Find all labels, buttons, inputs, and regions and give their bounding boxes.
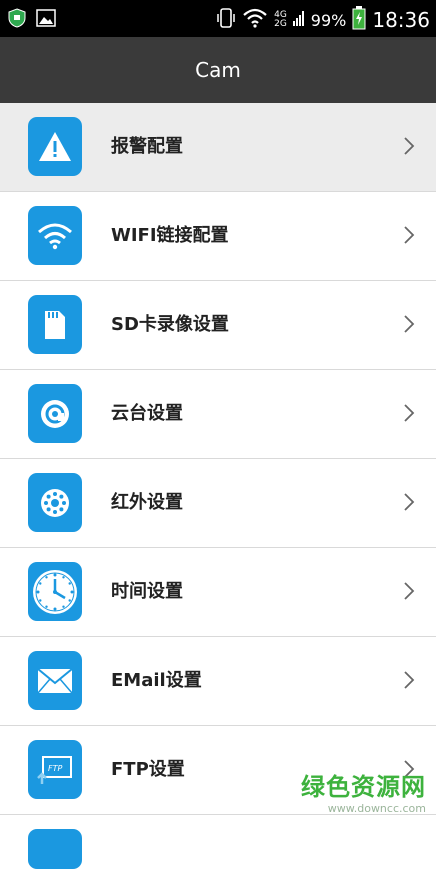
settings-item-ptz[interactable]: 云台设置 <box>0 370 436 459</box>
clock-icon <box>28 562 82 621</box>
network-bottom-label: 2G <box>274 19 287 29</box>
settings-item-label: 报警配置 <box>111 136 183 157</box>
settings-item-alarm[interactable]: 报警配置 <box>0 103 436 192</box>
image-notification-icon <box>36 9 56 31</box>
status-bar: 4G 2G 99% 18:36 <box>0 0 436 37</box>
page-title: Cam <box>195 58 241 82</box>
sd-card-icon <box>28 295 82 354</box>
network-type-indicator: 4G 2G <box>274 11 287 29</box>
vibrate-icon <box>216 7 236 33</box>
chevron-right-icon <box>404 493 415 511</box>
wifi-icon <box>28 206 82 265</box>
settings-item-label: FTP设置 <box>111 759 185 780</box>
security-shield-icon <box>8 8 26 32</box>
chevron-right-icon <box>404 226 415 244</box>
settings-item-infrared[interactable]: 红外设置 <box>0 459 436 548</box>
settings-item-label: 云台设置 <box>111 403 183 424</box>
battery-charging-icon <box>352 6 366 34</box>
settings-item-label: WIFI链接配置 <box>111 225 229 246</box>
settings-item-email[interactable]: EMail设置 <box>0 637 436 726</box>
battery-percent: 99% <box>310 10 347 30</box>
ftp-icon: FTP <box>28 740 82 799</box>
settings-item-label: EMail设置 <box>111 670 202 691</box>
email-icon <box>28 651 82 710</box>
app-title-bar: Cam <box>0 37 436 103</box>
chevron-right-icon <box>404 671 415 689</box>
settings-list: 报警配置 WIFI链接配置 SD卡录像设置 云台设置 红外设置 时间设置 EMa… <box>0 103 436 869</box>
watermark-title: 绿色资源网 <box>301 773 426 801</box>
cell-signal-icon <box>292 9 305 31</box>
clock-time: 18:36 <box>372 8 430 32</box>
chevron-right-icon <box>404 404 415 422</box>
chevron-right-icon <box>404 315 415 333</box>
settings-item-label: 时间设置 <box>111 581 183 602</box>
chevron-right-icon <box>404 137 415 155</box>
infrared-icon <box>28 473 82 532</box>
site-watermark: 绿色资源网 www.downcc.com <box>301 767 426 815</box>
partial-item-icon <box>28 829 82 869</box>
chevron-right-icon <box>404 582 415 600</box>
ptz-icon <box>28 384 82 443</box>
alarm-warning-icon <box>28 117 82 176</box>
settings-item-label: 红外设置 <box>111 492 183 513</box>
settings-item-time[interactable]: 时间设置 <box>0 548 436 637</box>
wifi-signal-icon <box>242 8 268 32</box>
watermark-url: www.downcc.com <box>327 802 426 815</box>
settings-item-label: SD卡录像设置 <box>111 314 229 335</box>
settings-item-wifi[interactable]: WIFI链接配置 <box>0 192 436 281</box>
svg-text:FTP: FTP <box>48 764 62 773</box>
settings-item-sd-card[interactable]: SD卡录像设置 <box>0 281 436 370</box>
settings-item-partial[interactable] <box>0 815 436 869</box>
